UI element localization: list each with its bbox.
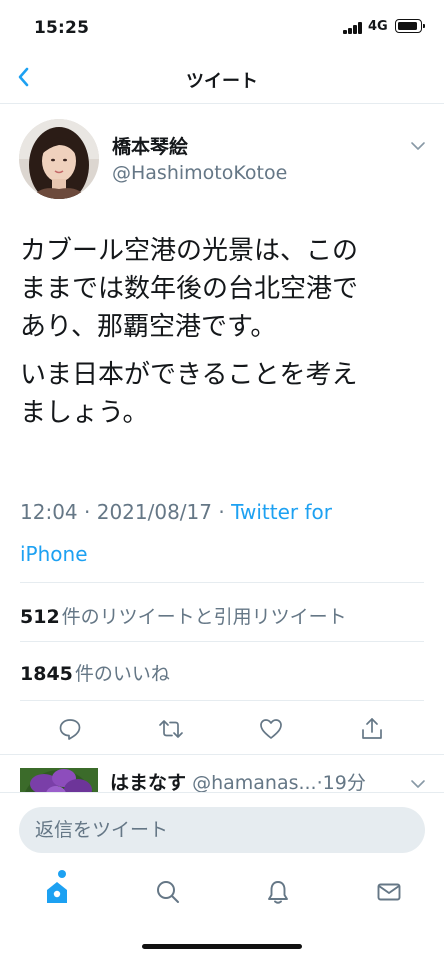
reply-header: はまなす @hamanas...·19分 [110,768,366,795]
tab-home[interactable] [43,878,71,906]
tab-notifications[interactable] [264,878,292,906]
reply-time: 19分 [322,772,366,794]
home-icon [47,882,67,903]
home-indicator[interactable] [142,944,302,949]
reply-icon [59,719,81,740]
chevron-down-icon [411,780,425,788]
author-avatar[interactable] [19,119,99,199]
heart-icon [260,719,282,739]
reply-input[interactable]: 返信をツイート [19,807,425,853]
share-button[interactable] [359,716,385,742]
mail-icon [377,883,401,901]
divider [0,754,444,755]
retweets-label: 件のリツイートと引用リツイート [61,606,347,628]
search-icon [157,881,179,903]
status-bar: 15:25 4G [0,0,444,54]
meta-separator: · [84,500,91,524]
tweet-paragraph: カブール空港の光景は、この ままでは数年後の台北空港で あり、那覇空港です。 [20,236,359,342]
battery-icon [395,19,425,33]
divider [20,700,424,701]
tweet-text: カブール空港の光景は、この ままでは数年後の台北空港で あり、那覇空港です。 い… [20,232,430,442]
divider [20,641,424,642]
page-title: ツイート [186,71,258,92]
retweets-count: 512 [20,606,60,628]
likes-count: 1845 [20,663,73,685]
like-button[interactable] [258,716,284,742]
likes-stat[interactable]: 1845 件のいいね [20,659,170,686]
tweet-date: 2021/08/17 [96,500,212,524]
tweet-time: 12:04 [20,500,78,524]
divider [20,582,424,583]
chevron-down-icon [411,142,425,150]
reply-author-name[interactable]: はまなす [110,772,186,794]
retweet-button[interactable] [157,716,185,742]
tweet-action-bar [0,712,444,750]
retweet-icon [159,720,183,738]
status-time: 15:25 [34,18,90,38]
reply-button[interactable] [57,716,83,742]
tweet-detail-screen: 15:25 4G ツイート 橋本琴絵 @HashimotoKotoe カブール空… [0,0,444,960]
nav-bar: ツイート [0,54,444,104]
tweet-paragraph: いま日本ができることを考え ましょう。 [20,360,358,428]
tweet-metadata: 12:04 · 2021/08/17 · Twitter for iPhone [20,491,420,575]
share-icon [362,718,382,739]
reply-compose-bar: 返信をツイート [0,792,444,862]
author-handle[interactable]: @HashimotoKotoe [112,162,287,184]
author-name[interactable]: 橋本琴絵 [112,132,188,159]
tweet-options-button[interactable] [410,138,426,152]
notification-dot [58,870,66,878]
retweets-stat[interactable]: 512 件のリツイートと引用リツイート [20,602,347,629]
meta-separator: · [218,500,225,524]
reply-author-handle[interactable]: @hamanas... [192,772,317,794]
cellular-signal-icon [343,22,363,34]
bell-icon [268,881,288,904]
tab-messages[interactable] [375,878,403,906]
likes-label: 件のいいね [74,663,170,685]
reply-options-button[interactable] [410,776,426,790]
network-type: 4G [368,19,388,34]
tab-search[interactable] [154,878,182,906]
